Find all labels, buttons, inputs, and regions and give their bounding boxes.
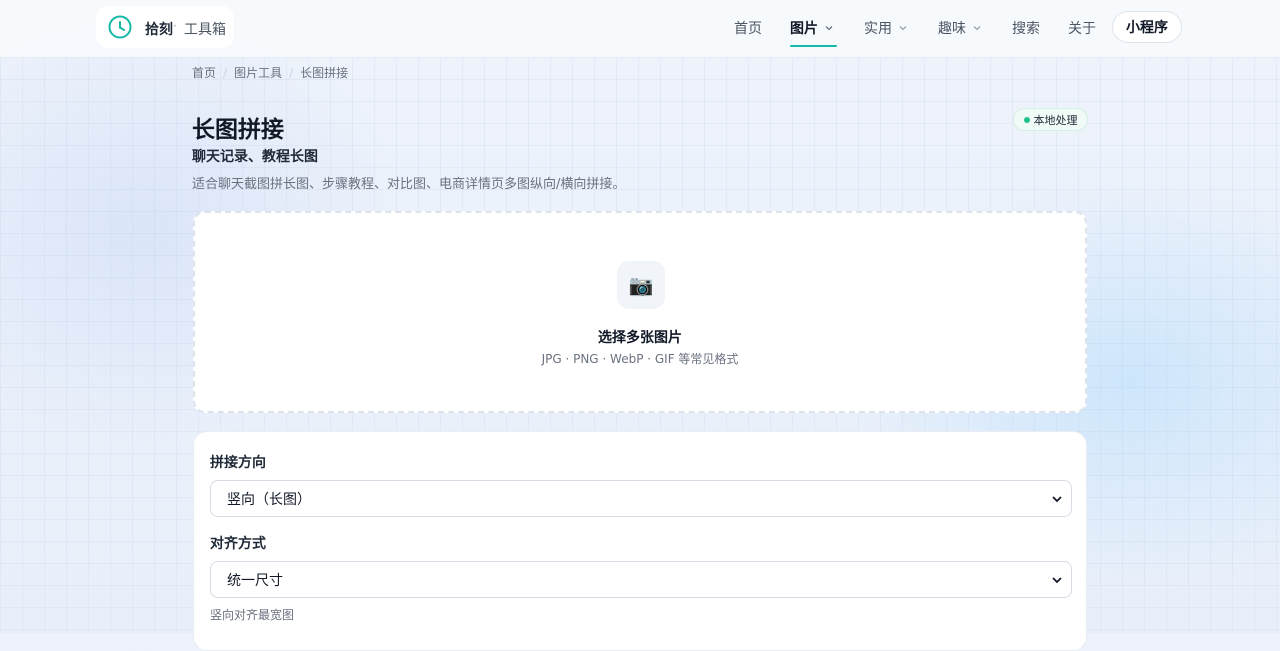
image-upload-dropzone[interactable]: 📷 选择多张图片 JPG · PNG · WebP · GIF 等常见格式 bbox=[193, 211, 1087, 413]
chevron-down-icon bbox=[973, 26, 981, 31]
alignment-selected-value: 统一尺寸 bbox=[227, 572, 283, 589]
nav-item-label: 关于 bbox=[1068, 21, 1096, 37]
chevron-down-icon bbox=[1052, 577, 1062, 584]
clock-logo-icon bbox=[108, 15, 132, 39]
direction-select[interactable]: 竖向（长图） bbox=[210, 480, 1072, 517]
chevron-down-icon bbox=[1052, 496, 1062, 503]
nav-item-search[interactable]: 搜索 bbox=[1012, 18, 1040, 38]
top-navigation-bar: 拾刻 · 工具箱 首页 图片 实用 趣味 搜索 关于 小程序 bbox=[0, 0, 1280, 58]
stitch-settings-panel: 拼接方向 竖向（长图） 对齐方式 统一尺寸 竖向对齐最宽图 bbox=[193, 431, 1087, 651]
status-dot-icon bbox=[1023, 116, 1030, 123]
nav-item-label: 首页 bbox=[734, 21, 762, 37]
brand-separator: · bbox=[173, 19, 177, 33]
nav-item-images[interactable]: 图片 bbox=[790, 18, 834, 38]
direction-selected-value: 竖向（长图） bbox=[227, 491, 311, 508]
direction-label: 拼接方向 bbox=[210, 455, 266, 471]
nav-item-label: 图片 bbox=[790, 21, 818, 37]
badge-label: 本地处理 bbox=[1033, 113, 1078, 127]
page-description: 适合聊天截图拼长图、步骤教程、对比图、电商详情页多图纵向/横向拼接。 bbox=[192, 177, 626, 192]
breadcrumb-current: 长图拼接 bbox=[300, 66, 349, 80]
nav-item-home[interactable]: 首页 bbox=[734, 18, 762, 38]
chevron-down-icon bbox=[825, 26, 833, 31]
mini-program-button[interactable]: 小程序 bbox=[1112, 11, 1182, 43]
nav-item-utilities[interactable]: 实用 bbox=[864, 18, 908, 38]
page-subtitle: 聊天记录、教程长图 bbox=[192, 149, 318, 165]
nav-item-label: 搜索 bbox=[1012, 21, 1040, 37]
breadcrumb: 首页 / 图片工具 / 长图拼接 bbox=[192, 64, 348, 81]
breadcrumb-home[interactable]: 首页 bbox=[192, 64, 216, 81]
local-processing-badge: 本地处理 bbox=[1013, 108, 1088, 131]
camera-icon: 📷 bbox=[617, 261, 665, 309]
breadcrumb-separator: / bbox=[289, 65, 294, 80]
breadcrumb-separator: / bbox=[223, 65, 228, 80]
chevron-down-icon bbox=[899, 26, 907, 31]
nav-item-about[interactable]: 关于 bbox=[1068, 18, 1096, 38]
upload-title: 选择多张图片 bbox=[598, 330, 682, 346]
nav-item-label: 趣味 bbox=[938, 21, 966, 37]
nav-item-fun[interactable]: 趣味 bbox=[938, 18, 982, 38]
brand-logo[interactable]: 拾刻 · 工具箱 bbox=[96, 6, 234, 48]
active-nav-indicator bbox=[790, 45, 837, 47]
alignment-label: 对齐方式 bbox=[210, 536, 266, 552]
upload-format-hint: JPG · PNG · WebP · GIF 等常见格式 bbox=[541, 352, 739, 366]
alignment-hint: 竖向对齐最宽图 bbox=[210, 608, 295, 622]
nav-item-label: 实用 bbox=[864, 21, 892, 37]
page-title: 长图拼接 bbox=[192, 117, 284, 143]
breadcrumb-image-tools[interactable]: 图片工具 bbox=[234, 64, 282, 81]
alignment-select[interactable]: 统一尺寸 bbox=[210, 561, 1072, 598]
brand-subtitle: 工具箱 bbox=[184, 22, 226, 38]
brand-name: 拾刻 bbox=[145, 22, 173, 38]
